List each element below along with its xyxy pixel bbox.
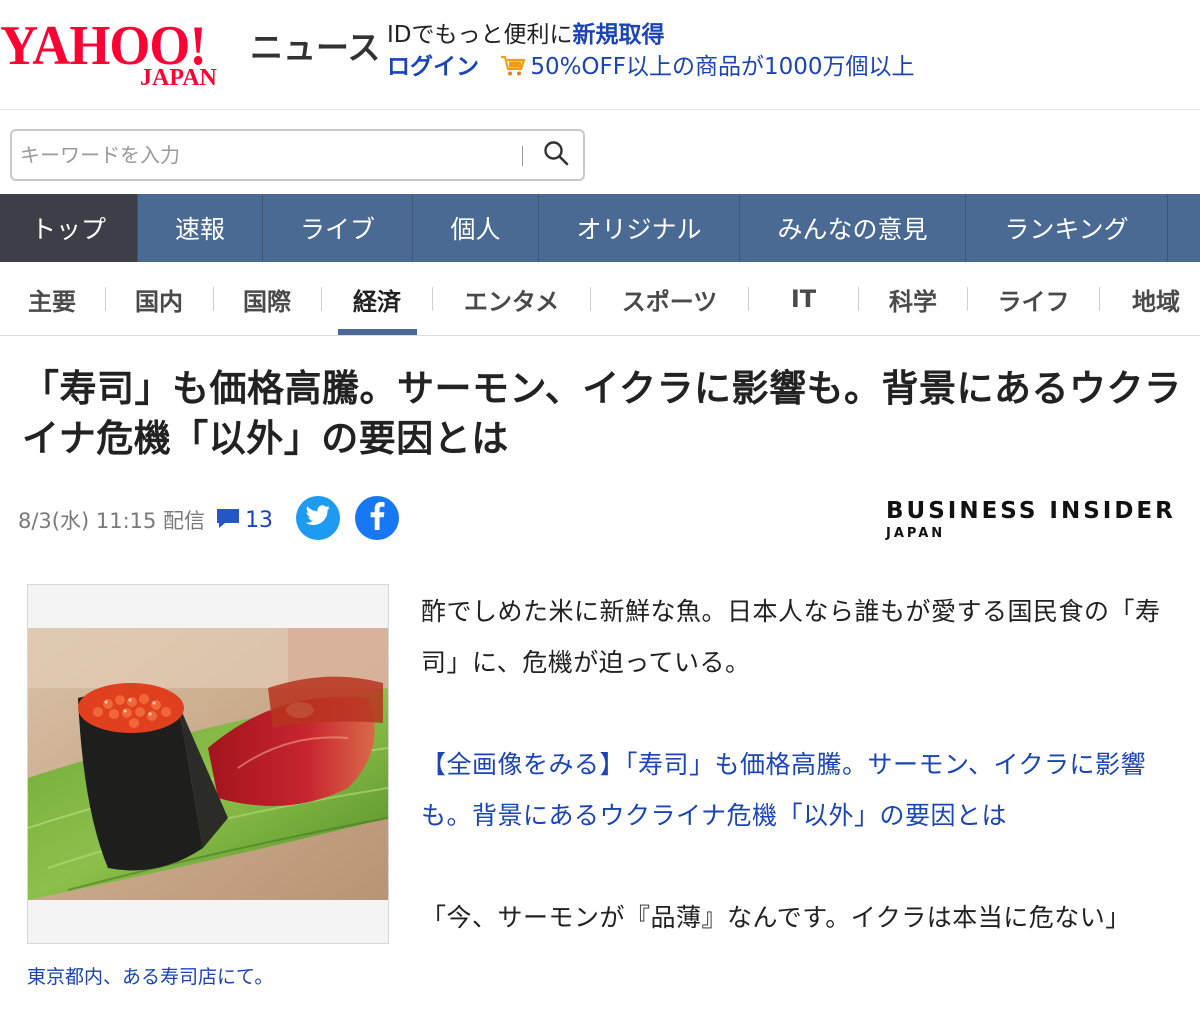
logo-subtext: JAPAN [140,65,217,91]
publish-date: 8/3(水) 11:15 配信 [18,509,206,533]
paragraph-quote: 「今、サーモンが『品薄』なんです。イクラは本当に危ない」 [421,903,1131,932]
comment-icon [215,506,241,535]
article-meta: 8/3(水) 11:15 配信 13 [18,500,273,540]
article-body: 酢でしめた米に新鮮な魚。日本人なら誰もが愛する国民食の「寿司」に、危機が迫ってい… [421,586,1181,994]
category-tab-international[interactable]: 国際 [214,262,320,336]
search-icon [543,140,569,170]
search-box [10,129,585,181]
facebook-share-button[interactable] [355,496,399,540]
article-image[interactable] [27,584,389,944]
main-nav-overflow [1168,194,1200,262]
active-category-indicator [338,329,417,335]
main-nav-ranking[interactable]: ランキング [966,194,1168,262]
signup-line: IDでもっと便利に新規取得 [387,20,915,50]
main-nav-top[interactable]: トップ [0,194,138,262]
publisher-region: JAPAN [886,526,946,541]
signup-prompt: IDでもっと便利に [387,22,573,48]
yahoo-japan-logo[interactable]: YAHOO! JAPAN [0,18,245,91]
login-line: ログイン 50%OFF以上の商品が1000万個以上 [387,52,915,82]
search-input[interactable] [20,137,520,173]
image-caption[interactable]: 東京都内、ある寿司店にて。 [27,962,273,989]
header-divider [0,109,1200,110]
main-nav-live[interactable]: ライブ [263,194,413,262]
category-tab-entertainment[interactable]: エンタメ [433,262,590,336]
shopping-cart-icon [500,55,526,77]
main-nav: トップ 速報 ライブ 個人 オリジナル みんなの意見 ランキング [0,194,1200,262]
main-nav-breaking[interactable]: 速報 [138,194,263,262]
category-tab-domestic[interactable]: 国内 [106,262,212,336]
category-nav: 主要 国内 国際 経済 エンタメ スポーツ IT 科学 ライフ 地域 [0,262,1200,336]
category-tab-local[interactable]: 地域 [1100,262,1200,336]
category-tab-economy[interactable]: 経済 [322,262,432,336]
category-tab-life[interactable]: ライフ [968,262,1099,336]
publisher-name: BUSINESS INSIDER [886,498,1176,524]
comment-link[interactable]: 13 [215,506,273,535]
login-link[interactable]: ログイン [387,54,479,80]
paragraph-intro: 酢でしめた米に新鮮な魚。日本人なら誰もが愛する国民食の「寿司」に、危機が迫ってい… [421,597,1161,677]
sushi-photo [28,628,388,900]
signup-link[interactable]: 新規取得 [573,22,665,48]
shopping-promo-link[interactable]: 50%OFF以上の商品が1000万個以上 [530,54,914,80]
twitter-bird-icon [305,505,331,531]
header-promo: IDでもっと便利に新規取得 ログイン 50%OFF以上の商品が1000万個以上 [387,20,915,82]
site-header: YAHOO! JAPAN ニュース IDでもっと便利に新規取得 ログイン 50%… [0,0,1200,110]
article-title: 「寿司」も価格高騰。サーモン、イクラに影響も。背景にあるウクライナ危機「以外」の… [22,367,1182,460]
twitter-share-button[interactable] [296,496,340,540]
category-tab-science[interactable]: 科学 [859,262,967,336]
main-nav-opinions[interactable]: みんなの意見 [740,194,966,262]
main-nav-original[interactable]: オリジナル [539,194,740,262]
main-nav-individual[interactable]: 個人 [413,194,539,262]
search-button[interactable] [533,137,579,173]
category-tab-main[interactable]: 主要 [0,262,104,336]
comment-count: 13 [245,507,274,533]
section-label[interactable]: ニュース [250,28,380,68]
facebook-f-icon [367,502,387,534]
search-divider [522,146,523,166]
category-tab-it[interactable]: IT [749,262,858,336]
publisher-logo[interactable]: BUSINESS INSIDER JAPAN [886,498,1176,541]
category-tab-sports[interactable]: スポーツ [591,262,748,336]
view-all-images-link[interactable]: 【全画像をみる】「寿司」も価格高騰。サーモン、イクラに影響も。背景にあるウクライ… [421,739,1181,841]
